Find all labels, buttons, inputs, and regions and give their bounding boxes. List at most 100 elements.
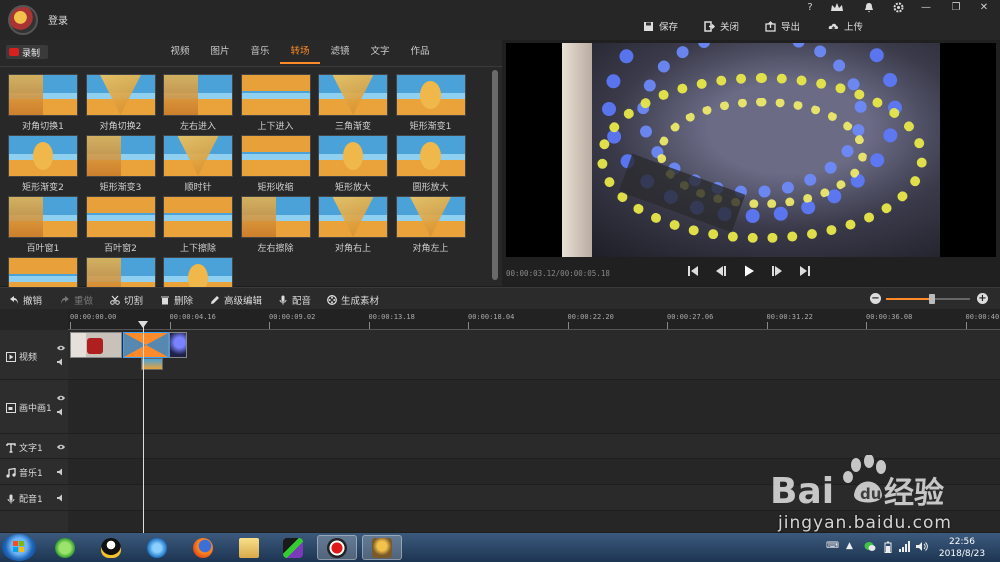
- transition-item[interactable]: 矩形放大: [318, 135, 388, 193]
- dub-button[interactable]: 配音: [278, 293, 311, 307]
- transition-item[interactable]: 矩形收缩: [240, 135, 311, 193]
- transition-item[interactable]: 矩形渐变1: [395, 74, 466, 132]
- green-browser-icon: [55, 537, 75, 558]
- ruler-tick: [667, 322, 668, 329]
- tab-image[interactable]: 图片: [200, 44, 240, 64]
- system-clock[interactable]: 22:56 2018/8/23: [936, 536, 988, 560]
- generate-asset-button[interactable]: 生成素材: [327, 293, 379, 307]
- video-clip[interactable]: [70, 332, 122, 358]
- speaker-icon[interactable]: [57, 408, 65, 416]
- eye-icon[interactable]: [57, 344, 65, 352]
- clock-date: 2018/8/23: [938, 549, 986, 559]
- save-button[interactable]: 保存: [643, 19, 678, 33]
- library-scrollbar[interactable]: [492, 70, 498, 280]
- tab-transition[interactable]: 转场: [280, 44, 320, 64]
- help-icon[interactable]: ?: [801, 2, 819, 16]
- transition-item[interactable]: 顺时针: [163, 135, 233, 193]
- transition-item[interactable]: 圆形放大: [395, 135, 466, 193]
- playhead[interactable]: [143, 325, 144, 533]
- scrollbar-thumb[interactable]: [492, 70, 498, 280]
- skip-to-end-button[interactable]: [798, 264, 812, 278]
- transition-item[interactable]: 对角切换2: [85, 74, 156, 132]
- wechat-tray-icon[interactable]: [864, 541, 876, 555]
- tab-video[interactable]: 视频: [160, 44, 200, 64]
- transition-item[interactable]: 百叶窗1: [8, 196, 78, 254]
- network-icon[interactable]: [899, 541, 911, 555]
- scissors-icon: [110, 295, 120, 305]
- taskbar-app-media[interactable]: [137, 535, 177, 560]
- video-clip[interactable]: [169, 332, 187, 358]
- transition-item[interactable]: 三角渐变: [318, 74, 388, 132]
- eye-icon[interactable]: [57, 394, 65, 402]
- prev-frame-button[interactable]: [714, 264, 728, 278]
- track-header: 视频: [0, 330, 68, 380]
- tab-music[interactable]: 音乐: [240, 44, 280, 64]
- bell-icon[interactable]: [860, 2, 878, 16]
- taskbar-app-browser[interactable]: [45, 535, 85, 560]
- zoom-in-button[interactable]: +: [977, 293, 988, 304]
- vip-crown-icon[interactable]: [828, 2, 846, 16]
- gear-icon[interactable]: [889, 2, 907, 16]
- transition-clip[interactable]: [123, 332, 169, 358]
- record-button[interactable]: 录制: [6, 45, 48, 59]
- redo-button[interactable]: 重做: [60, 293, 93, 307]
- transition-item[interactable]: 对角右上: [318, 196, 388, 254]
- taskbar-app-recorder[interactable]: [317, 535, 357, 560]
- undo-button[interactable]: 撤销: [9, 293, 42, 307]
- tab-works[interactable]: 作品: [400, 44, 440, 64]
- timeline-zoom-slider[interactable]: − +: [870, 293, 990, 305]
- minimize-button[interactable]: —: [917, 2, 935, 16]
- skip-to-start-button[interactable]: [686, 264, 700, 278]
- tab-text[interactable]: 文字: [360, 44, 400, 64]
- user-avatar[interactable]: [8, 5, 38, 35]
- transition-item[interactable]: 矩形渐变3: [85, 135, 156, 193]
- preview-screen[interactable]: [506, 43, 996, 257]
- track-body[interactable]: [68, 330, 1000, 380]
- track-body[interactable]: [68, 380, 1000, 434]
- taskbar-app-explorer[interactable]: [229, 535, 269, 560]
- transition-item[interactable]: 百叶窗2: [85, 196, 156, 254]
- zoom-out-button[interactable]: −: [870, 293, 881, 304]
- zoom-handle[interactable]: [929, 294, 936, 304]
- transition-item[interactable]: 上下擦除: [163, 196, 233, 254]
- transition-item[interactable]: 上下进入: [240, 74, 311, 132]
- eye-icon[interactable]: [57, 443, 65, 451]
- play-button[interactable]: [742, 264, 756, 278]
- ruler-tick: [169, 322, 171, 329]
- speaker-icon[interactable]: [57, 358, 65, 366]
- prev-frame-icon: [716, 266, 726, 276]
- transition-thumbnail: [240, 135, 311, 177]
- save-icon: [644, 21, 653, 31]
- transition-item[interactable]: 对角左上: [395, 196, 466, 254]
- next-frame-button[interactable]: [770, 264, 784, 278]
- tab-filter[interactable]: 滤镜: [320, 44, 360, 64]
- transition-item[interactable]: 对角切换1: [8, 74, 78, 132]
- keyboard-icon[interactable]: ⌨: [826, 541, 839, 551]
- transition-item[interactable]: 左右进入: [163, 74, 233, 132]
- track-label: 音乐1: [19, 469, 43, 479]
- taskbar-app-tool[interactable]: [273, 535, 313, 560]
- login-link[interactable]: 登录: [48, 12, 68, 27]
- tray-expand-icon[interactable]: ▲: [846, 541, 853, 551]
- battery-icon[interactable]: [884, 541, 892, 556]
- cut-button[interactable]: 切割: [110, 293, 143, 307]
- volume-icon[interactable]: [916, 541, 928, 555]
- delete-button[interactable]: 删除: [160, 293, 193, 307]
- speaker-icon[interactable]: [57, 494, 65, 502]
- time-ruler[interactable]: 00:00:00.00 00:00:04.16 00:00:09.02 00:00:1…: [68, 309, 1000, 330]
- media-library-panel: 录制 视频 图片 音乐 转场 滤镜 文字 作品 对角切换1 对角切换2 左右进入 上下…: [0, 40, 502, 299]
- maximize-button[interactable]: ❐: [947, 2, 965, 16]
- transition-item[interactable]: 左右擦除: [240, 196, 311, 254]
- ruler-tick: [70, 322, 71, 329]
- close-window-button[interactable]: ✕: [975, 2, 993, 16]
- taskbar-app-editor[interactable]: [362, 535, 402, 560]
- close-project-button[interactable]: 关闭: [704, 19, 739, 33]
- start-button[interactable]: [2, 534, 36, 561]
- export-button[interactable]: 导出: [765, 19, 800, 33]
- transition-item[interactable]: 矩形渐变2: [8, 135, 78, 193]
- taskbar-app-firefox[interactable]: [183, 535, 223, 560]
- taskbar-app-qq[interactable]: [91, 535, 131, 560]
- advanced-edit-button[interactable]: 高级编辑: [210, 293, 262, 307]
- upload-button[interactable]: 上传: [828, 19, 863, 33]
- speaker-icon[interactable]: [57, 468, 65, 476]
